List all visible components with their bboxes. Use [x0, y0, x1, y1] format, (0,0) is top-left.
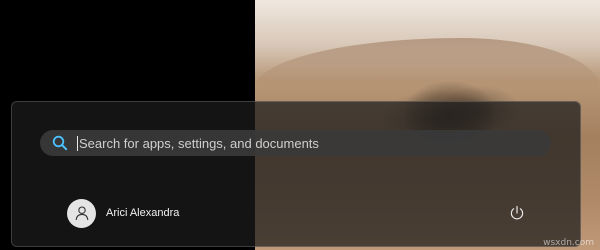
- user-account-button[interactable]: Arici Alexandra: [67, 198, 179, 228]
- person-icon: [75, 206, 88, 221]
- power-icon: [510, 205, 524, 220]
- watermark: wsxdn.com: [543, 238, 594, 248]
- user-name: Arici Alexandra: [106, 207, 180, 219]
- avatar: [67, 198, 96, 228]
- search-input[interactable]: Search for apps, settings, and documents: [79, 136, 319, 151]
- text-caret: [77, 135, 78, 151]
- search-icon: [51, 134, 69, 152]
- power-button[interactable]: [503, 199, 531, 227]
- wallpaper-hill: [255, 38, 600, 88]
- search-box[interactable]: Search for apps, settings, and documents: [40, 130, 551, 156]
